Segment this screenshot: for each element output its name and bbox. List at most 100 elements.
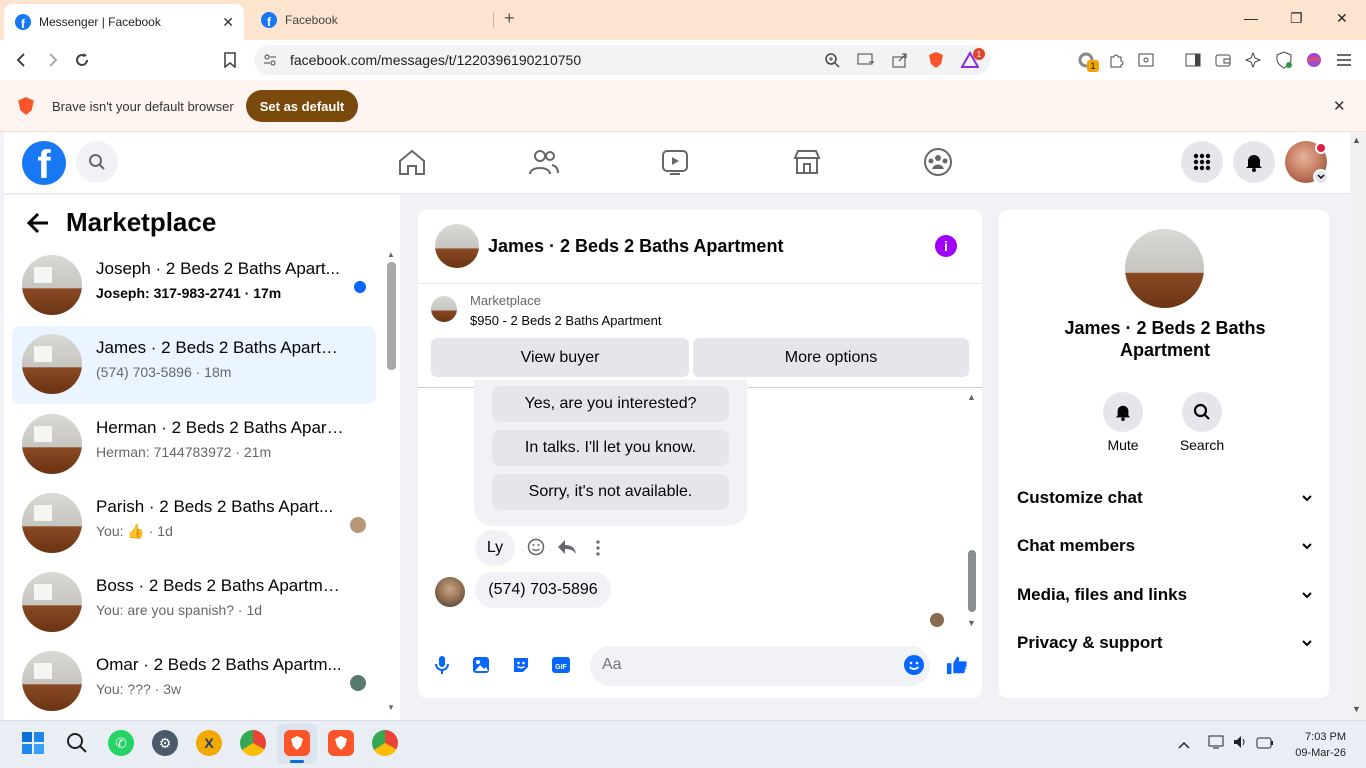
vpn-icon[interactable] xyxy=(1274,50,1294,70)
start-icon[interactable] xyxy=(20,730,46,756)
groups-nav-icon[interactable] xyxy=(922,146,954,178)
minimize-button[interactable]: — xyxy=(1244,10,1258,26)
listing-thumbnail xyxy=(22,572,82,632)
reply-icon[interactable] xyxy=(557,538,577,561)
media-files-links-section[interactable]: Media, files and links xyxy=(1017,585,1313,605)
share-icon[interactable] xyxy=(890,50,910,70)
whatsapp-icon[interactable]: ✆ xyxy=(108,730,134,756)
conversations-scrollbar[interactable] xyxy=(387,262,396,370)
forward-icon[interactable] xyxy=(42,50,62,70)
page-scroll-down-icon[interactable]: ▼ xyxy=(1352,704,1361,714)
conversation-item-selected[interactable]: James · 2 Beds 2 Baths Apartment (574) 7… xyxy=(12,326,376,404)
zoom-icon[interactable] xyxy=(822,50,842,70)
video-nav-icon[interactable] xyxy=(659,146,691,178)
chevron-up-icon[interactable] xyxy=(1178,736,1190,754)
gif-icon[interactable]: GIF xyxy=(550,654,572,676)
react-icon[interactable] xyxy=(527,538,545,561)
customize-chat-section[interactable]: Customize chat xyxy=(1017,488,1313,508)
scroll-up-icon[interactable]: ▲ xyxy=(387,250,395,259)
message-composer[interactable] xyxy=(590,646,930,686)
tab-separator xyxy=(493,12,494,28)
page-scroll-up-icon[interactable]: ▲ xyxy=(1352,135,1361,145)
brave-taskbar-icon-2[interactable] xyxy=(328,730,354,756)
emoji-icon[interactable] xyxy=(903,654,925,676)
chat-title[interactable]: James · 2 Beds 2 Baths Apartment xyxy=(488,236,783,257)
sticker-icon[interactable] xyxy=(510,654,532,676)
conversation-item[interactable]: Herman · 2 Beds 2 Baths Apartm... Herman… xyxy=(12,406,376,484)
facebook-logo[interactable]: f xyxy=(22,141,66,185)
info-icon[interactable]: i xyxy=(935,235,957,257)
profile-icon[interactable] xyxy=(1304,50,1324,70)
maximize-button[interactable]: ❐ xyxy=(1290,10,1303,27)
url-text[interactable]: facebook.com/messages/t/1220396190210750 xyxy=(290,52,581,68)
menu-icon[interactable] xyxy=(1334,50,1354,70)
site-settings-icon[interactable] xyxy=(260,50,280,70)
chat-members-section[interactable]: Chat members xyxy=(1017,536,1313,556)
page-scrollbar[interactable] xyxy=(1350,132,1366,720)
infobar-close-icon[interactable]: ✕ xyxy=(1333,97,1346,115)
bookmark-icon[interactable] xyxy=(220,50,240,70)
cast-icon[interactable] xyxy=(856,50,876,70)
tab-facebook[interactable]: f Facebook xyxy=(250,3,494,37)
incoming-message-bubble[interactable]: (574) 703-5896 xyxy=(475,572,611,608)
marketplace-nav-icon[interactable] xyxy=(791,146,823,178)
listing-thumbnail xyxy=(22,255,82,315)
tab-messenger[interactable]: f Messenger | Facebook ✕ xyxy=(4,4,244,40)
back-arrow-icon[interactable] xyxy=(26,212,50,239)
more-options-button[interactable]: More options xyxy=(693,338,969,377)
brave-taskbar-icon[interactable] xyxy=(284,730,310,756)
unread-indicator xyxy=(354,281,366,293)
conversation-item[interactable]: Parish · 2 Beds 2 Baths Apart... You: 👍 … xyxy=(12,485,376,563)
battery-icon[interactable] xyxy=(1256,736,1274,754)
sidebar-toggle-icon[interactable] xyxy=(1183,50,1203,70)
conversation-item[interactable]: Omar · 2 Beds 2 Baths Apartm... You: ???… xyxy=(12,643,376,721)
network-icon[interactable] xyxy=(1208,734,1226,755)
mute-button[interactable] xyxy=(1103,392,1143,432)
leo-ai-icon[interactable] xyxy=(1243,50,1263,70)
search-button[interactable] xyxy=(76,141,118,183)
chat-scroll-down-icon[interactable]: ▼ xyxy=(967,618,976,628)
wallet-icon[interactable] xyxy=(1213,50,1233,70)
chat-scroll-up-icon[interactable]: ▲ xyxy=(967,392,976,402)
settings-gear-icon[interactable]: ⚙ xyxy=(152,730,178,756)
chat-scrollbar[interactable] xyxy=(968,550,976,612)
quick-reply-button[interactable]: In talks. I'll let you know. xyxy=(492,430,729,466)
chrome-icon[interactable] xyxy=(240,730,266,756)
back-icon[interactable] xyxy=(12,50,32,70)
quick-reply-button[interactable]: Sorry, it's not available. xyxy=(492,474,729,510)
menu-grid-button[interactable] xyxy=(1181,141,1223,183)
extensions-puzzle-icon[interactable] xyxy=(1106,50,1126,70)
tab-search-icon[interactable] xyxy=(1136,50,1156,70)
close-window-button[interactable]: ✕ xyxy=(1336,10,1348,27)
brave-shields-icon[interactable] xyxy=(926,50,946,70)
friends-nav-icon[interactable] xyxy=(528,146,560,178)
close-tab-icon[interactable]: ✕ xyxy=(222,14,234,31)
new-tab-button[interactable]: + xyxy=(504,8,515,29)
conversation-item[interactable]: Boss · 2 Beds 2 Baths Apartment You: are… xyxy=(12,564,376,642)
volume-icon[interactable] xyxy=(1232,734,1248,755)
scroll-down-icon[interactable]: ▼ xyxy=(387,703,395,712)
search-in-chat-button[interactable] xyxy=(1182,392,1222,432)
view-buyer-button[interactable]: View buyer xyxy=(431,338,689,377)
listing-thumbnail xyxy=(22,493,82,553)
home-nav-icon[interactable] xyxy=(396,146,428,178)
like-icon[interactable] xyxy=(946,654,968,676)
more-actions-icon[interactable] xyxy=(594,540,602,561)
reload-icon[interactable] xyxy=(72,50,92,70)
listing-thumbnail xyxy=(22,651,82,711)
privacy-support-section[interactable]: Privacy & support xyxy=(1017,633,1313,653)
set-default-button[interactable]: Set as default xyxy=(246,90,358,122)
message-bubble[interactable]: Ly xyxy=(475,530,515,566)
search-icon[interactable] xyxy=(64,730,90,756)
sender-avatar[interactable] xyxy=(435,577,465,607)
chrome-icon-2[interactable] xyxy=(372,730,398,756)
message-input[interactable] xyxy=(602,656,882,674)
microphone-icon[interactable] xyxy=(431,654,453,676)
app-x-icon[interactable]: X xyxy=(196,730,222,756)
quick-reply-button[interactable]: Yes, are you interested? xyxy=(492,386,729,422)
chevron-down-icon[interactable] xyxy=(1313,169,1329,185)
notifications-button[interactable] xyxy=(1233,141,1275,183)
conversation-item[interactable]: Joseph · 2 Beds 2 Baths Apart... Joseph:… xyxy=(12,247,376,325)
photo-icon[interactable] xyxy=(470,654,492,676)
system-clock[interactable]: 7:03 PM 09-Mar-26 xyxy=(1284,729,1346,761)
